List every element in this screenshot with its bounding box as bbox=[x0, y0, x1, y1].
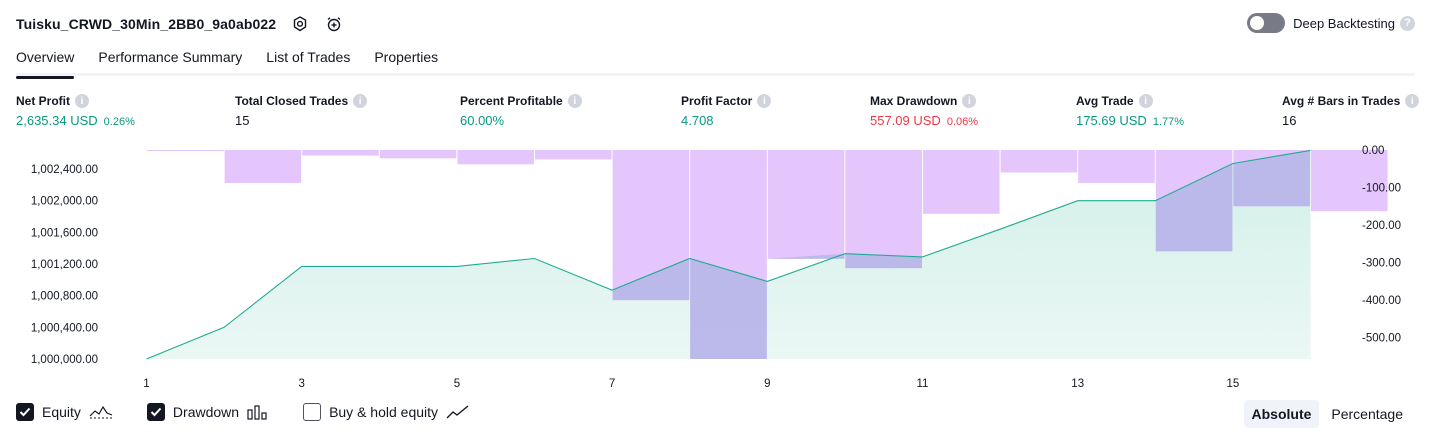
tab-properties[interactable]: Properties bbox=[374, 48, 438, 76]
x-axis-tick-label: 3 bbox=[298, 378, 304, 390]
stat-percent: 1.77% bbox=[1152, 116, 1185, 128]
drawdown-bar bbox=[1000, 150, 1078, 173]
stat-label: Total Closed Trades bbox=[235, 94, 349, 108]
legend-buy-hold-label: Buy & hold equity bbox=[329, 404, 439, 420]
tab-performance-summary[interactable]: Performance Summary bbox=[98, 48, 242, 76]
left-axis-tick-label: 1,001,600.00 bbox=[31, 227, 98, 239]
legend-drawdown-label: Drawdown bbox=[172, 404, 240, 420]
stat-max-drawdown: Max Drawdown i 557.09 USD 0.06% bbox=[870, 94, 978, 128]
chart-legend: Equity Drawdown Buy & hold equity bbox=[16, 403, 504, 421]
stat-label: Profit Factor bbox=[681, 94, 753, 108]
info-icon[interactable]: i bbox=[757, 94, 772, 108]
add-alert-clock-icon[interactable] bbox=[324, 14, 344, 34]
drawdown-bar bbox=[302, 150, 379, 156]
stat-total-closed-trades: Total Closed Trades i 15 bbox=[235, 94, 368, 128]
left-axis-tick-label: 1,002,400.00 bbox=[31, 164, 98, 176]
drawdown-bar bbox=[224, 150, 302, 183]
x-axis-tick-label: 11 bbox=[917, 378, 929, 390]
info-icon[interactable]: i bbox=[962, 94, 977, 108]
stat-avg-bars-in-trades: Avg # Bars in Trades i 16 bbox=[1282, 94, 1420, 128]
x-axis-tick-label: 1 bbox=[143, 378, 149, 390]
toggle-knob bbox=[1250, 16, 1265, 30]
x-axis-tick-label: 15 bbox=[1227, 378, 1240, 390]
stat-value: 557.09 USD bbox=[870, 113, 941, 128]
strategy-name: Tuisku_CRWD_30Min_2BB0_9a0ab022 bbox=[16, 16, 277, 32]
stat-value: 2,635.34 USD bbox=[16, 113, 98, 128]
drawdown-bar bbox=[147, 150, 224, 151]
x-axis-tick-label: 9 bbox=[764, 378, 770, 390]
drawdown-bar bbox=[1078, 150, 1155, 183]
stats-row: Net Profit i 2,635.34 USD 0.26% Total Clos… bbox=[16, 94, 1420, 130]
drawdown-bar bbox=[923, 150, 1000, 214]
legend-buy-hold[interactable]: Buy & hold equity bbox=[303, 403, 470, 421]
x-axis-tick-label: 13 bbox=[1071, 378, 1084, 390]
legend-drawdown[interactable]: Drawdown bbox=[146, 403, 269, 421]
stat-label: Net Profit bbox=[16, 94, 70, 108]
drawdown-bar bbox=[535, 150, 612, 160]
equity-drawdown-chart: 1,000,000.00 1,000,400.00 1,000,800.00 1,00… bbox=[0, 138, 1431, 396]
stat-value: 4.708 bbox=[681, 113, 714, 128]
x-axis-tick-label: 5 bbox=[454, 378, 460, 390]
left-axis-tick-label: 1,000,400.00 bbox=[31, 322, 98, 334]
equity-line-icon bbox=[89, 404, 113, 420]
equity-checkbox[interactable] bbox=[16, 403, 34, 421]
drawdown-bar bbox=[1311, 150, 1388, 212]
stat-profit-factor: Profit Factor i 4.708 bbox=[681, 94, 772, 128]
right-axis-tick-label: -300.00 bbox=[1362, 258, 1401, 270]
stat-percent: 0.26% bbox=[103, 116, 135, 128]
info-icon[interactable]: i bbox=[1405, 94, 1420, 108]
tab-overview[interactable]: Overview bbox=[16, 48, 75, 79]
drawdown-checkbox[interactable] bbox=[146, 403, 165, 421]
drawdown-bars-icon bbox=[247, 404, 269, 420]
stat-label: Percent Profitable bbox=[460, 94, 563, 108]
info-icon[interactable]: i bbox=[567, 94, 582, 108]
help-question-icon[interactable]: ? bbox=[1400, 15, 1415, 31]
right-axis-tick-label: 0.00 bbox=[1362, 145, 1384, 157]
right-axis-tick-label: -200.00 bbox=[1362, 220, 1401, 232]
left-axis-tick-label: 1,000,800.00 bbox=[31, 291, 98, 303]
stat-avg-trade: Avg Trade i 175.69 USD 1.77% bbox=[1076, 94, 1184, 128]
info-icon[interactable]: i bbox=[75, 94, 89, 108]
left-axis-tick-label: 1,002,000.00 bbox=[31, 196, 98, 208]
stat-value: 60.00% bbox=[460, 113, 505, 128]
drawdown-bar bbox=[457, 150, 534, 165]
right-axis-tick-label: -500.00 bbox=[1362, 333, 1401, 345]
drawdown-bar bbox=[767, 150, 845, 259]
drawdown-bar bbox=[845, 150, 922, 269]
display-mode-switch: Absolute Percentage bbox=[1240, 400, 1412, 428]
report-tabs: Overview Performance Summary List of Tra… bbox=[16, 48, 1415, 79]
right-axis-tick-label: -100.00 bbox=[1362, 183, 1401, 195]
stat-percent: 0.06% bbox=[946, 116, 979, 128]
buy-hold-line-icon bbox=[446, 404, 470, 420]
left-axis-tick-label: 1,000,000.00 bbox=[31, 354, 98, 366]
x-axis-tick-label: 7 bbox=[609, 378, 615, 390]
deep-backtesting-label: Deep Backtesting bbox=[1293, 15, 1395, 31]
stat-value: 15 bbox=[235, 113, 250, 128]
legend-equity-label: Equity bbox=[42, 404, 81, 420]
percentage-button[interactable]: Percentage bbox=[1323, 400, 1411, 428]
tab-list-of-trades[interactable]: List of Trades bbox=[266, 48, 350, 76]
left-axis-tick-label: 1,001,200.00 bbox=[31, 259, 98, 271]
settings-gear-icon[interactable] bbox=[290, 14, 310, 34]
buy-hold-checkbox[interactable] bbox=[303, 403, 322, 421]
info-icon[interactable]: i bbox=[1138, 94, 1153, 108]
deep-backtesting: Deep Backtesting ? bbox=[1247, 13, 1415, 33]
stat-net-profit: Net Profit i 2,635.34 USD 0.26% bbox=[16, 94, 135, 128]
legend-equity[interactable]: Equity bbox=[16, 403, 113, 421]
stat-value: 175.69 USD bbox=[1076, 113, 1147, 128]
stat-label: Avg Trade bbox=[1076, 94, 1134, 108]
right-axis-tick-label: -400.00 bbox=[1362, 295, 1401, 307]
info-icon[interactable]: i bbox=[353, 94, 368, 108]
deep-backtesting-toggle[interactable] bbox=[1247, 13, 1286, 33]
stat-label: Avg # Bars in Trades bbox=[1282, 94, 1401, 108]
header: Tuisku_CRWD_30Min_2BB0_9a0ab022 bbox=[16, 12, 344, 36]
absolute-button[interactable]: Absolute bbox=[1243, 400, 1320, 428]
drawdown-bar bbox=[379, 150, 457, 159]
stat-value: 16 bbox=[1282, 113, 1297, 128]
stat-label: Max Drawdown bbox=[870, 94, 958, 108]
stat-percent-profitable: Percent Profitable i 60.00% bbox=[460, 94, 582, 128]
chart-svg: 1,000,000.00 1,000,400.00 1,000,800.00 1,00… bbox=[31, 145, 1401, 390]
